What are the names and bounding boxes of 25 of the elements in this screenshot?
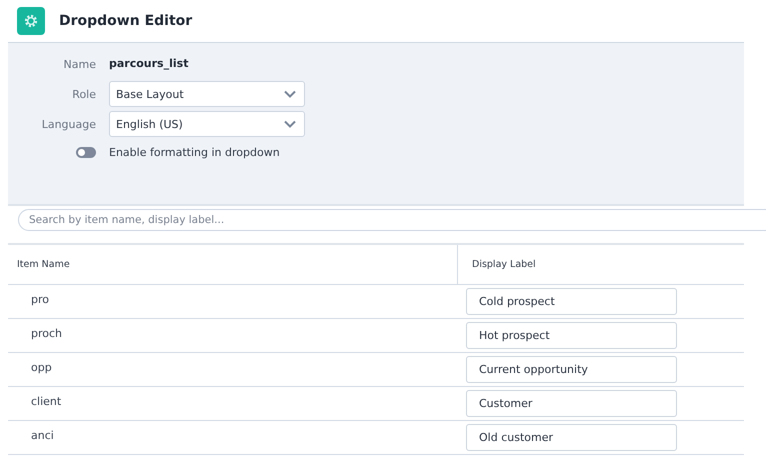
display-label-field[interactable]: Cold prospect xyxy=(466,288,677,315)
toggle-label: Enable formatting in dropdown xyxy=(109,146,281,159)
dropdown[interactable]: English (US) xyxy=(109,111,305,137)
table-cell-text: proch xyxy=(30,327,64,340)
display-label-field[interactable]: Current opportunity xyxy=(466,356,677,383)
gear-icon xyxy=(17,6,45,34)
column-header: Item Name xyxy=(16,258,71,272)
field-label: Name xyxy=(62,58,96,70)
field-label: Role xyxy=(71,88,96,100)
page-title: Dropdown Editor xyxy=(59,12,192,28)
dropdown[interactable]: Base Layout xyxy=(109,81,305,107)
chevron-down-icon xyxy=(284,120,296,128)
table-cell-text: opp xyxy=(30,361,53,374)
column-header: Display Label xyxy=(457,245,536,284)
name-value: parcours_list xyxy=(109,56,190,72)
display-label-field[interactable]: Hot prospect xyxy=(466,322,677,349)
chevron-down-icon xyxy=(284,90,296,98)
display-label-field[interactable]: Old customer xyxy=(466,424,677,451)
table-cell-text: client xyxy=(30,395,62,408)
table-cell-text: anci xyxy=(30,429,55,442)
field-label: Language xyxy=(40,118,96,130)
toggle-switch[interactable] xyxy=(76,147,96,158)
table-cell-text: pro xyxy=(30,293,50,306)
display-label-field[interactable]: Customer xyxy=(466,390,677,417)
search-field[interactable]: Search by item name, display label... xyxy=(18,209,766,231)
